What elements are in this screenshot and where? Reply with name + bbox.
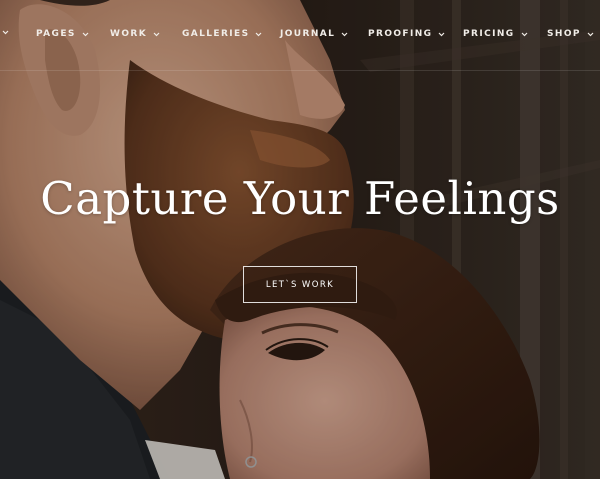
nav-item-proofing[interactable]: PROOFING	[368, 29, 445, 39]
nav-item-label: JOURNAL	[280, 29, 336, 39]
nav-item-label: PAGES	[36, 29, 76, 39]
nav-item-pages[interactable]: PAGES	[36, 29, 89, 39]
nav-menu: PAGES WORK GALLERIES JOURNAL PROOFING PR…	[0, 29, 600, 45]
chevron-down-icon	[521, 31, 528, 38]
nav-item-label: PRICING	[463, 29, 515, 39]
nav-item-label: SHOP	[547, 29, 581, 39]
hero-title: Capture Your Feelings	[40, 172, 560, 225]
chevron-down-icon	[587, 31, 594, 38]
hero-section: PAGES WORK GALLERIES JOURNAL PROOFING PR…	[0, 0, 600, 479]
nav-item-journal[interactable]: JOURNAL	[280, 29, 348, 39]
chevron-down-icon	[153, 31, 160, 38]
nav-item-label: WORK	[110, 29, 148, 39]
hero-dark-overlay	[0, 0, 600, 479]
nav-item-pricing[interactable]: PRICING	[463, 29, 528, 39]
main-navigation: PAGES WORK GALLERIES JOURNAL PROOFING PR…	[0, 0, 600, 71]
lets-work-button[interactable]: LET`S WORK	[243, 266, 357, 303]
nav-item-label: GALLERIES	[182, 29, 250, 39]
nav-item-shop[interactable]: SHOP	[547, 29, 594, 39]
nav-item-label: PROOFING	[368, 29, 433, 39]
chevron-down-icon	[438, 31, 445, 38]
chevron-down-icon	[255, 31, 262, 38]
nav-item-work[interactable]: WORK	[110, 29, 160, 39]
chevron-down-icon	[341, 31, 348, 38]
nav-item-partial[interactable]	[0, 29, 9, 36]
chevron-down-icon	[2, 29, 9, 36]
chevron-down-icon	[82, 31, 89, 38]
nav-item-galleries[interactable]: GALLERIES	[182, 29, 262, 39]
